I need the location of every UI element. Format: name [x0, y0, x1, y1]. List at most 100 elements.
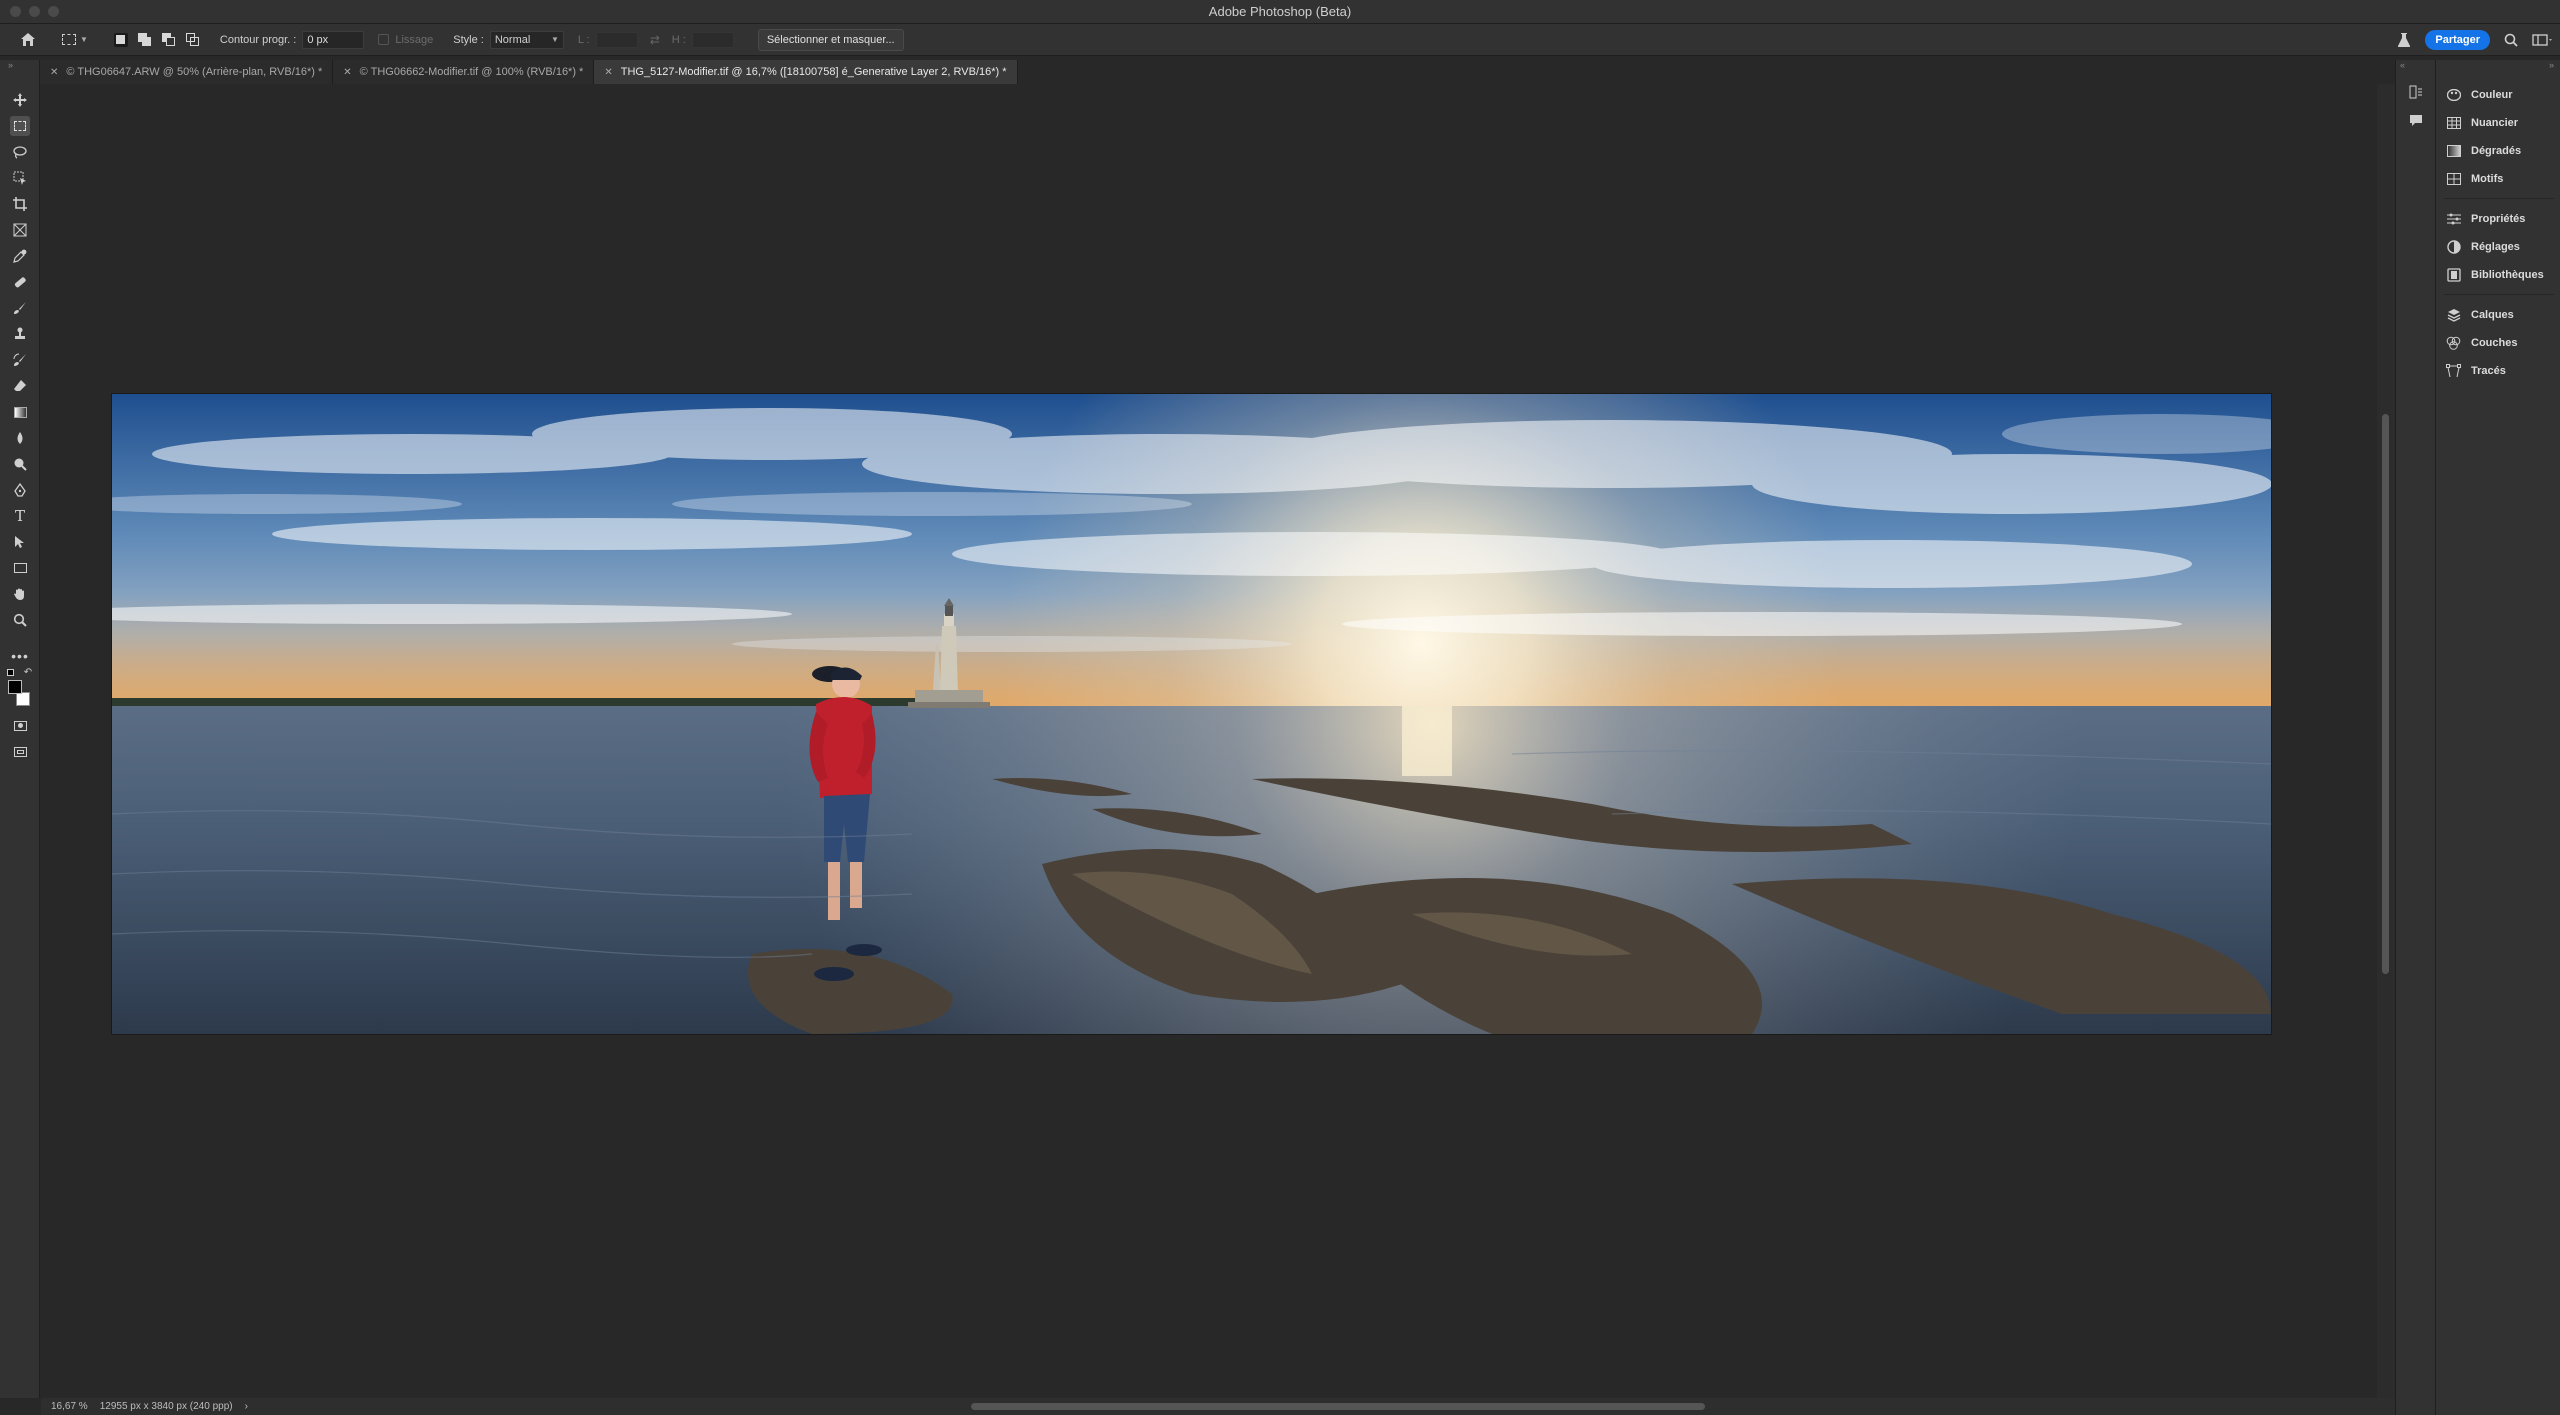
vertical-scrollbar[interactable] — [2377, 84, 2395, 1398]
panel-adjustments[interactable]: Réglages — [2446, 236, 2558, 258]
type-icon[interactable]: T — [10, 506, 30, 526]
panel-layers[interactable]: Calques — [2446, 304, 2558, 326]
history-brush-icon[interactable] — [10, 350, 30, 370]
antialias-checkbox[interactable] — [378, 34, 390, 45]
zoom-window-button[interactable] — [48, 6, 59, 17]
frame-icon[interactable] — [10, 220, 30, 240]
adjustments-icon — [2446, 240, 2461, 255]
intersect-selection-mode[interactable] — [185, 32, 200, 47]
document-tab[interactable]: ✕ © THG06647.ARW @ 50% (Arrière-plan, RV… — [40, 60, 334, 84]
search-icon[interactable] — [2504, 33, 2518, 47]
zoom-icon[interactable] — [10, 610, 30, 630]
style-select[interactable]: Normal ▼ — [489, 30, 564, 49]
height-input[interactable] — [691, 31, 734, 48]
collapse-panels-icon[interactable]: » — [2549, 60, 2554, 70]
window-controls — [10, 6, 59, 17]
panel-patterns[interactable]: Motifs — [2446, 168, 2558, 190]
close-tab-icon[interactable]: ✕ — [50, 67, 58, 78]
panel-label: Bibliothèques — [2471, 269, 2544, 281]
swap-dimensions-icon[interactable]: ⇄ — [650, 33, 660, 47]
options-bar-right: Partager — [2397, 24, 2560, 56]
rectangular-marquee-icon[interactable] — [10, 116, 30, 136]
subtract-selection-mode[interactable] — [161, 32, 176, 47]
gradient-icon[interactable] — [10, 402, 30, 422]
more-tools-icon[interactable]: ••• — [10, 646, 30, 666]
status-bar: 16,67 % 12955 px x 3840 px (240 ppp) › — [41, 1398, 2395, 1415]
screen-mode-icon[interactable] — [10, 742, 30, 762]
panel-label: Couleur — [2471, 89, 2513, 101]
swap-colors-icon[interactable]: ↶ — [22, 666, 34, 678]
width-input[interactable] — [595, 31, 638, 48]
beaker-icon[interactable] — [2397, 32, 2411, 48]
zoom-level[interactable]: 16,67 % — [51, 1401, 88, 1412]
foreground-color-swatch[interactable] — [8, 680, 22, 694]
panel-label: Calques — [2471, 309, 2514, 321]
color-swatches[interactable] — [8, 678, 34, 706]
libraries-icon — [2446, 268, 2461, 283]
add-selection-mode[interactable] — [137, 32, 152, 47]
home-icon — [21, 33, 35, 46]
status-more-chevron[interactable]: › — [245, 1401, 248, 1412]
select-and-mask-button[interactable]: Sélectionner et masquer... — [757, 28, 904, 51]
hand-icon[interactable] — [10, 584, 30, 604]
pen-icon[interactable] — [10, 480, 30, 500]
panel-label: Réglages — [2471, 241, 2520, 253]
close-window-button[interactable] — [10, 6, 21, 17]
share-button[interactable]: Partager — [2425, 30, 2490, 50]
panel-group-divider — [2444, 294, 2554, 295]
selection-modes — [113, 32, 200, 47]
history-panel-icon[interactable] — [2408, 84, 2424, 100]
workspace-icon[interactable] — [2532, 33, 2554, 47]
close-tab-icon[interactable]: ✕ — [604, 67, 612, 78]
document-tab-active[interactable]: ✕ THG_5127-Modifier.tif @ 16,7% ([181007… — [594, 60, 1018, 84]
blur-icon[interactable] — [10, 428, 30, 448]
minimize-window-button[interactable] — [29, 6, 40, 17]
swatches-grid-icon — [2446, 116, 2461, 131]
new-selection-mode[interactable] — [113, 32, 128, 47]
horizontal-scroll-thumb[interactable] — [971, 1403, 1705, 1410]
panel-color[interactable]: Couleur — [2446, 84, 2558, 106]
feather-input[interactable]: 0 px — [302, 30, 365, 49]
path-selection-icon[interactable] — [10, 532, 30, 552]
height-label: H : — [671, 33, 686, 46]
canvas-area[interactable] — [41, 84, 2377, 1398]
vertical-scroll-thumb[interactable] — [2382, 414, 2389, 974]
expand-toolbox-icon[interactable]: » — [8, 60, 13, 70]
panel-paths[interactable]: Tracés — [2446, 360, 2558, 382]
document-info[interactable]: 12955 px x 3840 px (240 ppp) — [100, 1401, 233, 1412]
home-button[interactable] — [14, 28, 42, 52]
panel-properties[interactable]: Propriétés — [2446, 208, 2558, 230]
width-label: L : — [577, 33, 590, 46]
move-tool-icon[interactable] — [10, 90, 30, 110]
comments-panel-icon[interactable] — [2408, 112, 2424, 128]
panel-group-divider — [2444, 198, 2554, 199]
brush-icon[interactable] — [10, 298, 30, 318]
patterns-icon — [2446, 172, 2461, 187]
default-colors-icon[interactable] — [4, 666, 16, 678]
panel-channels[interactable]: Couches — [2446, 332, 2558, 354]
document-tab[interactable]: ✕ © THG06662-Modifier.tif @ 100% (RVB/16… — [333, 60, 595, 84]
chevron-down-icon: ▼ — [80, 35, 88, 44]
eraser-icon[interactable] — [10, 376, 30, 396]
eyedropper-icon[interactable] — [10, 246, 30, 266]
panel-libraries[interactable]: Bibliothèques — [2446, 264, 2558, 286]
spot-healing-icon[interactable] — [10, 272, 30, 292]
collapse-strip-icon[interactable]: « — [2400, 60, 2405, 70]
document-image[interactable] — [112, 394, 2271, 1034]
object-selection-icon[interactable] — [10, 168, 30, 188]
close-tab-icon[interactable]: ✕ — [343, 67, 351, 78]
quick-mask-icon[interactable] — [10, 716, 30, 736]
panel-label: Propriétés — [2471, 213, 2526, 225]
tool-preset-picker[interactable]: ▼ — [62, 34, 88, 45]
rectangle-icon[interactable] — [10, 558, 30, 578]
panel-swatches[interactable]: Nuancier — [2446, 112, 2558, 134]
dodge-icon[interactable] — [10, 454, 30, 474]
clone-stamp-icon[interactable] — [10, 324, 30, 344]
lasso-icon[interactable] — [10, 142, 30, 162]
chevron-down-icon: ▼ — [550, 35, 559, 44]
panel-label: Nuancier — [2471, 117, 2519, 129]
panel-gradients[interactable]: Dégradés — [2446, 140, 2558, 162]
crop-icon[interactable] — [10, 194, 30, 214]
background-color-swatch[interactable] — [16, 692, 30, 706]
feather-label: Contour progr. : — [219, 33, 297, 46]
